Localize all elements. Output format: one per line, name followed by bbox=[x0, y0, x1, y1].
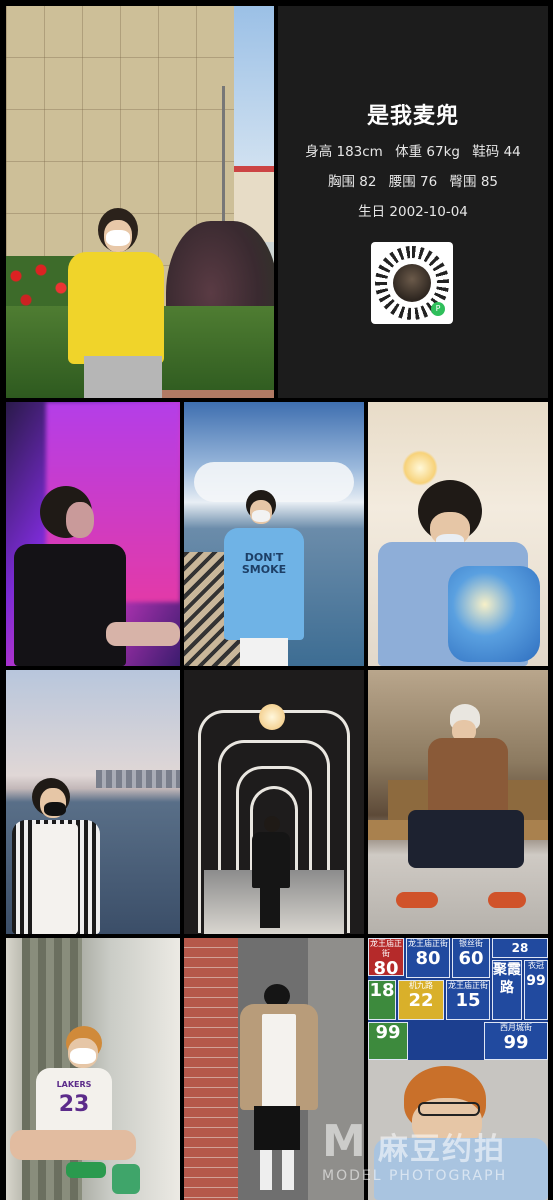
street-sign: 衣冠 99 bbox=[524, 960, 548, 1020]
street-sign: 聚霞路 bbox=[492, 960, 522, 1020]
hero-photo[interactable] bbox=[6, 6, 274, 398]
model-name: 是我麦兜 bbox=[366, 104, 459, 129]
pendant-lamp bbox=[259, 704, 285, 730]
hips-stat: 臀围 85 bbox=[449, 174, 499, 190]
street-sign: 龙王庙正街 80 bbox=[368, 938, 404, 979]
photo-mirror-selfie[interactable]: LAKERS 23 bbox=[6, 938, 180, 1200]
birthday-stat: 生日 2002-10-04 bbox=[358, 204, 468, 220]
jersey-text: LAKERS bbox=[56, 1080, 92, 1089]
shirt-print: DON'T SMOKE bbox=[241, 551, 287, 576]
photo-bouquet[interactable] bbox=[368, 402, 548, 666]
city-skyline bbox=[96, 770, 180, 788]
mini-program-qr-code[interactable]: P bbox=[371, 242, 453, 324]
photo-light-tunnel[interactable] bbox=[184, 670, 364, 934]
height-stat: 身高 183cm bbox=[305, 144, 383, 160]
stats-line-1: 身高 183cm 体重 67kg 鞋码 44 bbox=[278, 140, 548, 160]
brick-ground bbox=[156, 390, 274, 398]
photo-neon-light[interactable] bbox=[6, 402, 180, 666]
profile-card: 是我麦兜 身高 183cm 体重 67kg 鞋码 44 胸围 82 腰围 76 … bbox=[278, 6, 548, 398]
jersey-number: 23 bbox=[58, 1092, 90, 1117]
street-sign: 18 bbox=[368, 980, 396, 1020]
street-sign: 龙王庙正街 80 bbox=[406, 938, 450, 978]
photo-brick-alley[interactable] bbox=[184, 938, 364, 1200]
street-sign: 机九路 22 bbox=[398, 980, 444, 1020]
shoe-stat: 鞋码 44 bbox=[472, 144, 521, 160]
photo-lakeside[interactable] bbox=[6, 670, 180, 934]
photo-park-bench[interactable] bbox=[368, 670, 548, 934]
lamp-pole bbox=[222, 86, 225, 226]
waist-stat: 腰围 76 bbox=[388, 174, 438, 190]
ceiling-lamp bbox=[402, 450, 438, 486]
photo-seaside[interactable]: DON'T SMOKE bbox=[184, 402, 364, 666]
brick-wall bbox=[184, 938, 238, 1200]
flower-bouquet bbox=[448, 566, 540, 662]
street-sign: 龙王庙正街 15 bbox=[446, 980, 490, 1020]
weight-stat: 体重 67kg bbox=[395, 144, 460, 160]
qr-badge-icon: P bbox=[431, 302, 445, 316]
street-sign: 28 bbox=[492, 938, 548, 958]
photo-street-signs[interactable]: 龙王庙正街 80 龙王庙正街 80 银丝街 60 28 聚霞路 18 机九路 2… bbox=[368, 938, 548, 1200]
street-sign: 99 bbox=[368, 1022, 408, 1060]
street-sign: 银丝街 60 bbox=[452, 938, 490, 978]
chest-stat: 胸围 82 bbox=[327, 174, 377, 190]
street-sign: 西月城街 99 bbox=[484, 1022, 548, 1060]
stats-line-2: 胸围 82 腰围 76 臀围 85 bbox=[278, 170, 548, 190]
qr-avatar bbox=[393, 264, 431, 302]
birthday-line: 生日 2002-10-04 bbox=[278, 200, 548, 220]
